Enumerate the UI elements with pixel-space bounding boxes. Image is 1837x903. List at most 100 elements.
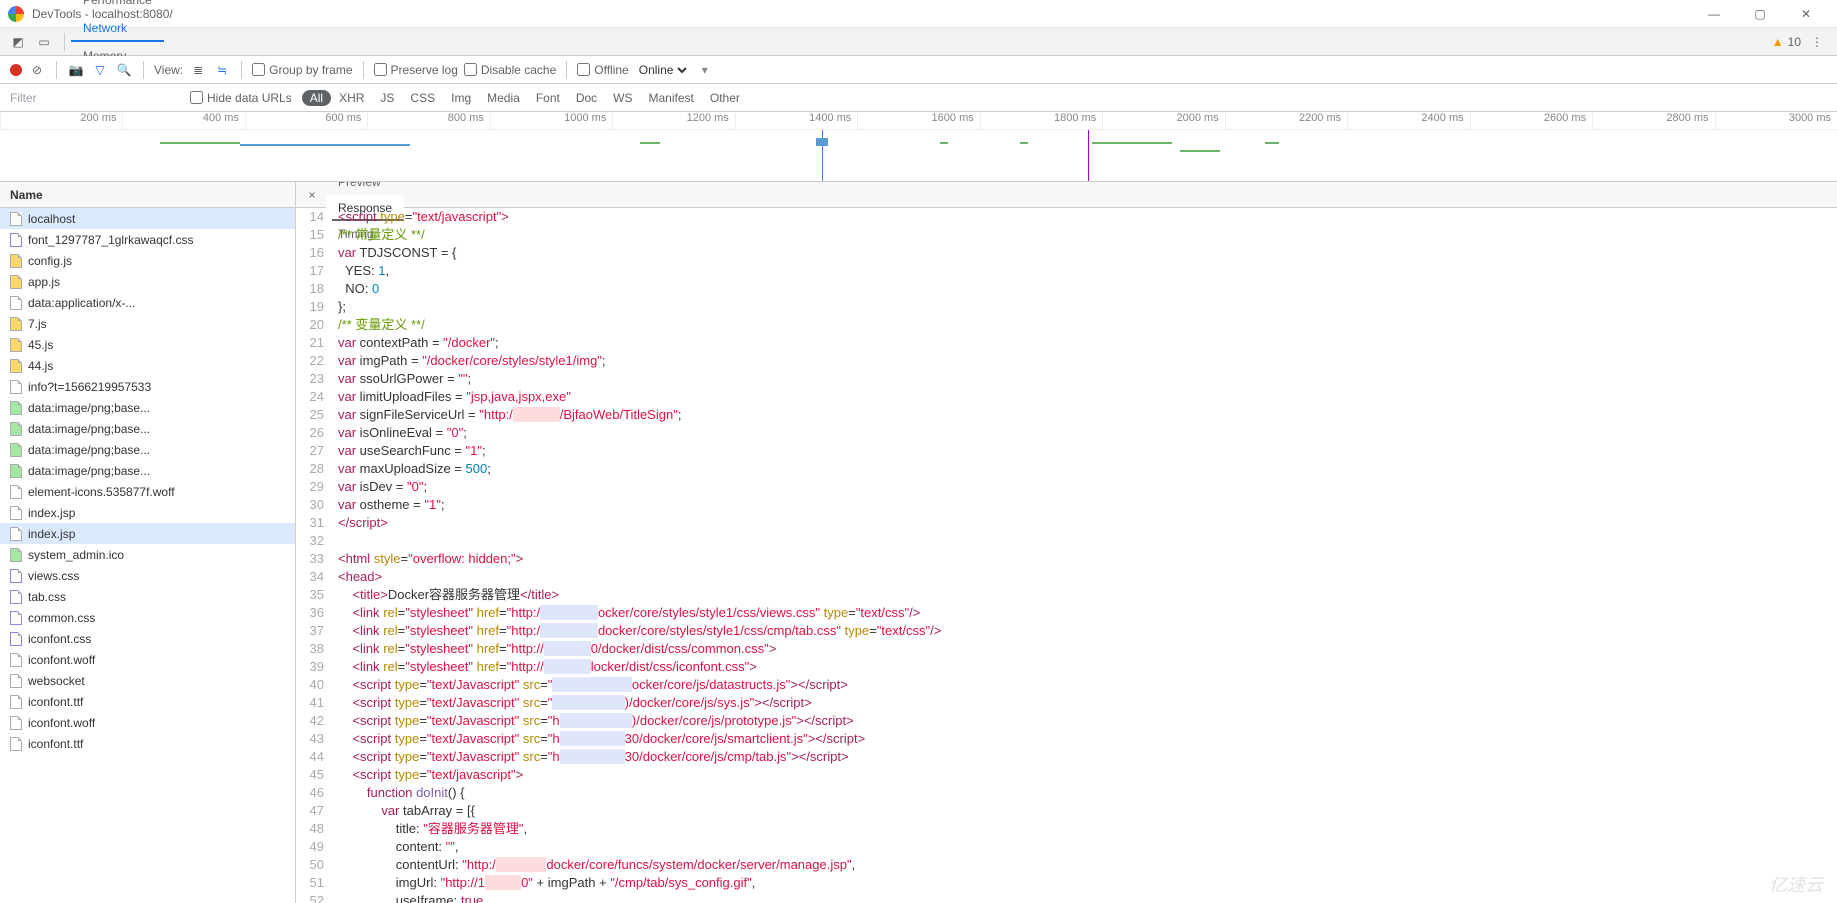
source-line[interactable]: <script type="text/Javascript" src="....… [332, 676, 848, 694]
source-line[interactable]: </script> [332, 514, 388, 532]
source-line[interactable]: var isDev = "0"; [332, 478, 427, 496]
request-row[interactable]: views.css [0, 565, 295, 586]
source-line[interactable]: var ssoUrlGPower = ""; [332, 370, 471, 388]
source-line[interactable]: /** 变量定义 **/ [332, 316, 425, 334]
source-line[interactable]: <script type="text/javascript"> [332, 766, 523, 784]
source-line[interactable]: NO: 0 [332, 280, 379, 298]
filter-type-font[interactable]: Font [528, 90, 568, 106]
request-row[interactable]: iconfont.css [0, 628, 295, 649]
source-line[interactable]: var tabArray = [{ [332, 802, 475, 820]
source-line[interactable]: <script type="text/Javascript" src="h...… [332, 748, 849, 766]
waterfall-icon[interactable]: ≒ [213, 61, 231, 79]
source-line[interactable]: <link rel="stylesheet" href="http:/.....… [332, 622, 941, 640]
source-line[interactable]: <link rel="stylesheet" href="http://....… [332, 658, 757, 676]
settings-menu-icon[interactable]: ⋮ [1805, 30, 1829, 54]
source-line[interactable]: <link rel="stylesheet" href="http://....… [332, 640, 776, 658]
preserve-log-checkbox[interactable]: Preserve log [374, 63, 458, 77]
source-line[interactable]: var imgPath = "/docker/core/styles/style… [332, 352, 606, 370]
source-line[interactable]: useIframe: true [332, 892, 483, 903]
request-row[interactable]: index.jsp [0, 502, 295, 523]
request-row[interactable]: websocket [0, 670, 295, 691]
request-row[interactable]: 45.js [0, 334, 295, 355]
warnings-badge[interactable]: ▲ 10 [1772, 35, 1801, 49]
source-line[interactable]: var signFileServiceUrl = "http:/........… [332, 406, 681, 424]
source-line[interactable]: content: "", [332, 838, 459, 856]
request-row[interactable]: data:image/png;base... [0, 418, 295, 439]
filter-toggle-icon[interactable]: ▽ [91, 61, 109, 79]
source-line[interactable]: var ostheme = "1"; [332, 496, 444, 514]
filter-type-media[interactable]: Media [479, 90, 528, 106]
request-row[interactable]: data:image/png;base... [0, 460, 295, 481]
source-line[interactable]: title: "容器服务器管理", [332, 820, 527, 838]
tab-network[interactable]: Network [71, 14, 164, 42]
response-source[interactable]: 14<script type="text/javascript">15/** 常… [296, 208, 1837, 903]
offline-checkbox[interactable]: Offline [577, 63, 628, 77]
request-row[interactable]: index.jsp [0, 523, 295, 544]
request-row[interactable]: font_1297787_1glrkawaqcf.css [0, 229, 295, 250]
column-header-name[interactable]: Name [0, 182, 295, 208]
source-line[interactable]: <html style="overflow: hidden;"> [332, 550, 523, 568]
source-line[interactable]: <title>Docker容器服务器管理</title> [332, 586, 559, 604]
request-row[interactable]: app.js [0, 271, 295, 292]
request-row[interactable]: tab.css [0, 586, 295, 607]
source-line[interactable]: function doInit() { [332, 784, 465, 802]
filter-type-js[interactable]: JS [372, 90, 402, 106]
source-line[interactable]: <script type="text/Javascript" src="h...… [332, 730, 865, 748]
filter-type-xhr[interactable]: XHR [331, 90, 372, 106]
throttling-select[interactable]: Online [635, 62, 690, 78]
request-row[interactable]: iconfont.ttf [0, 691, 295, 712]
request-row[interactable]: localhost [0, 208, 295, 229]
source-line[interactable]: <script type="text/Javascript" src="....… [332, 694, 812, 712]
source-line[interactable]: var useSearchFunc = "1"; [332, 442, 486, 460]
source-line[interactable]: var TDJSCONST = { [332, 244, 456, 262]
maximize-button[interactable]: ▢ [1737, 0, 1783, 28]
request-row[interactable]: iconfont.woff [0, 712, 295, 733]
source-line[interactable]: contentUrl: "http:/..............docker/… [332, 856, 855, 874]
device-toggle-icon[interactable]: ▭ [32, 30, 56, 54]
close-window-button[interactable]: ✕ [1783, 0, 1829, 28]
source-line[interactable]: var limitUploadFiles = "jsp,java,jspx,ex… [332, 388, 571, 406]
source-line[interactable]: var isOnlineEval = "0"; [332, 424, 467, 442]
request-row[interactable]: data:application/x-... [0, 292, 295, 313]
source-line[interactable]: <script type="text/javascript"> [332, 208, 509, 226]
filter-type-doc[interactable]: Doc [568, 90, 605, 106]
disable-cache-checkbox[interactable]: Disable cache [464, 63, 556, 77]
screenshot-icon[interactable]: 📷 [67, 61, 85, 79]
request-row[interactable]: element-icons.535877f.woff [0, 481, 295, 502]
source-line[interactable]: <script type="text/Javascript" src="h...… [332, 712, 854, 730]
source-line[interactable]: var maxUploadSize = 500; [332, 460, 491, 478]
source-line[interactable]: <head> [332, 568, 382, 586]
clear-button[interactable]: ⊘ [28, 61, 46, 79]
request-row[interactable]: config.js [0, 250, 295, 271]
source-line[interactable]: <link rel="stylesheet" href="http:/.....… [332, 604, 920, 622]
minimize-button[interactable]: — [1691, 0, 1737, 28]
request-row[interactable]: data:image/png;base... [0, 397, 295, 418]
large-rows-icon[interactable]: ≣ [189, 61, 207, 79]
inspect-element-icon[interactable]: ◩ [6, 30, 30, 54]
filter-type-all[interactable]: All [302, 90, 331, 106]
record-button[interactable] [10, 64, 22, 76]
request-row[interactable]: system_admin.ico [0, 544, 295, 565]
request-row[interactable]: iconfont.woff [0, 649, 295, 670]
filter-type-manifest[interactable]: Manifest [641, 90, 702, 106]
search-icon[interactable]: 🔍 [115, 61, 133, 79]
source-line[interactable]: }; [332, 298, 346, 316]
close-detail-button[interactable]: × [302, 188, 322, 202]
source-line[interactable]: /** 常量定义 **/ [332, 226, 425, 244]
group-by-frame-checkbox[interactable]: Group by frame [252, 63, 352, 77]
filter-type-img[interactable]: Img [443, 90, 479, 106]
request-row[interactable]: 7.js [0, 313, 295, 334]
request-row[interactable]: info?t=1566219957533 [0, 376, 295, 397]
request-row[interactable]: common.css [0, 607, 295, 628]
source-line[interactable]: imgUrl: "http://1..........0" + imgPath … [332, 874, 755, 892]
request-row[interactable]: data:image/png;base... [0, 439, 295, 460]
source-line[interactable] [332, 532, 338, 550]
timeline-overview[interactable]: 200 ms400 ms600 ms800 ms1000 ms1200 ms14… [0, 112, 1837, 182]
filter-type-css[interactable]: CSS [402, 90, 443, 106]
filter-type-other[interactable]: Other [702, 90, 748, 106]
tab-performance[interactable]: Performance [71, 0, 164, 14]
hide-data-urls-checkbox[interactable]: Hide data URLs [190, 91, 292, 105]
source-line[interactable]: var contextPath = "/docker"; [332, 334, 499, 352]
request-row[interactable]: 44.js [0, 355, 295, 376]
request-row[interactable]: iconfont.ttf [0, 733, 295, 754]
